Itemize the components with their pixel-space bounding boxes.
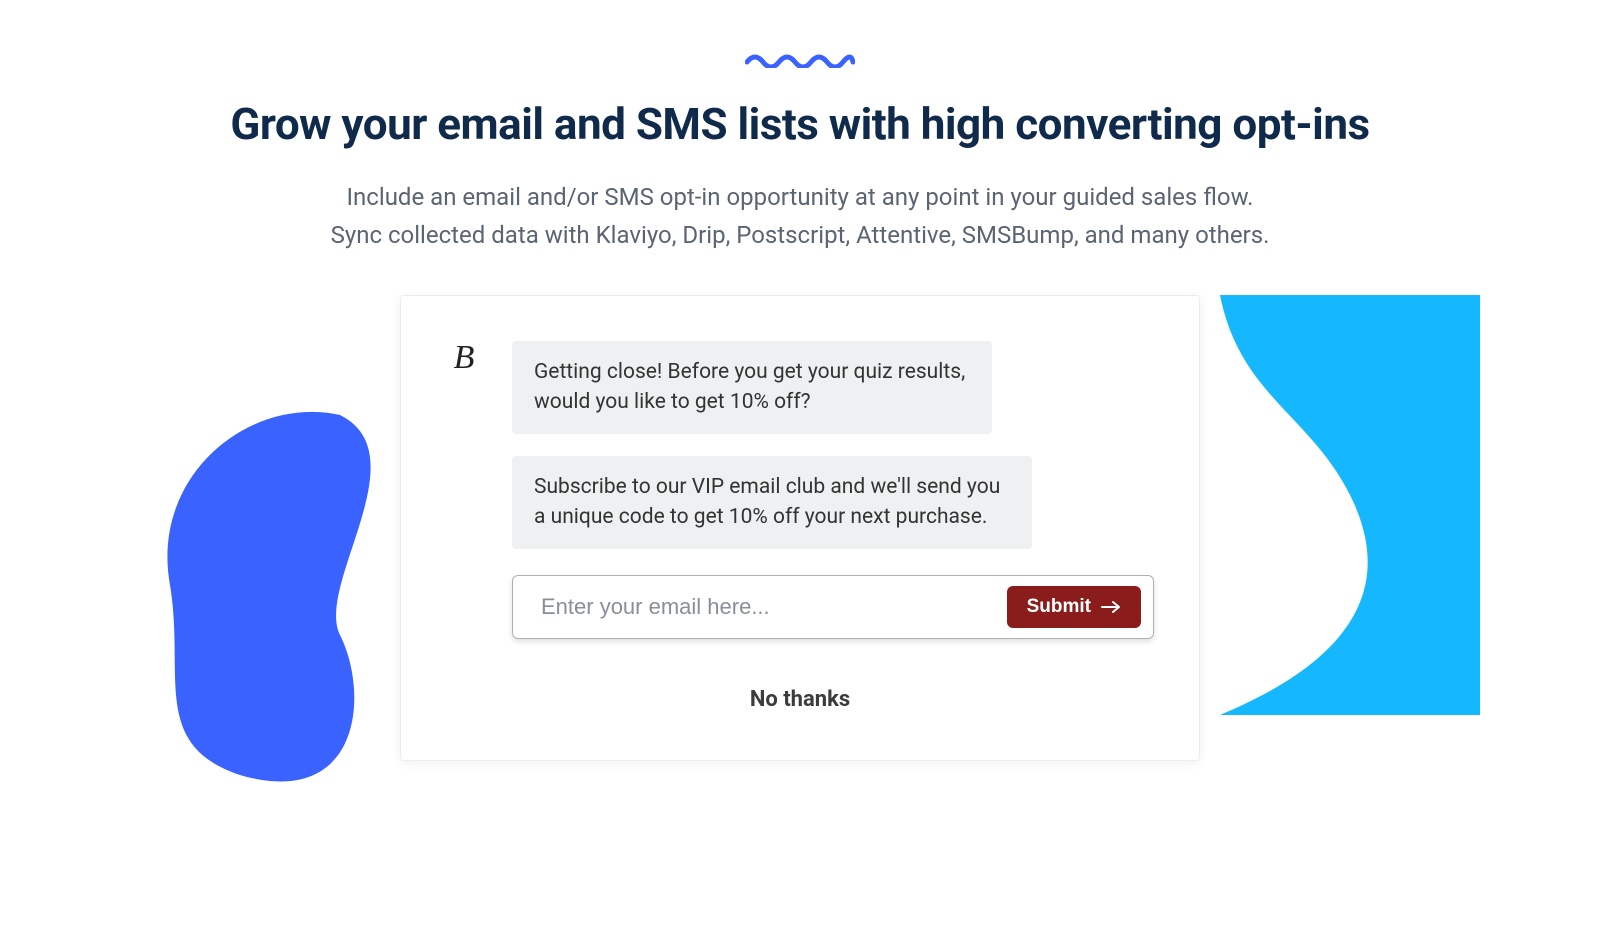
chat-bubble-1: Getting close! Before you get your quiz …: [512, 341, 992, 434]
subtext-line-2: Sync collected data with Klaviyo, Drip, …: [331, 221, 1270, 249]
email-input[interactable]: [541, 594, 1007, 620]
no-thanks-link[interactable]: No thanks: [446, 687, 1154, 712]
squiggle-icon: [745, 50, 855, 68]
chat-bubbles: Getting close! Before you get your quiz …: [512, 341, 1154, 549]
submit-button[interactable]: Submit: [1007, 586, 1141, 628]
demo-stage: B Getting close! Before you get your qui…: [0, 295, 1600, 761]
chat-bubble-2: Subscribe to our VIP email club and we'l…: [512, 456, 1032, 549]
email-input-group: Submit: [512, 575, 1154, 639]
optin-card: B Getting close! Before you get your qui…: [400, 295, 1200, 761]
avatar-initial: B: [446, 341, 482, 375]
chat-row: B Getting close! Before you get your qui…: [446, 341, 1154, 549]
blob-right-decoration: [1220, 295, 1480, 715]
page-heading: Grow your email and SMS lists with high …: [0, 98, 1600, 150]
blob-left-decoration: [140, 405, 440, 785]
submit-button-label: Submit: [1027, 596, 1091, 618]
subtext-line-1: Include an email and/or SMS opt-in oppor…: [347, 183, 1254, 211]
arrow-right-icon: [1101, 600, 1121, 614]
page-subtext: Include an email and/or SMS opt-in oppor…: [250, 178, 1350, 255]
